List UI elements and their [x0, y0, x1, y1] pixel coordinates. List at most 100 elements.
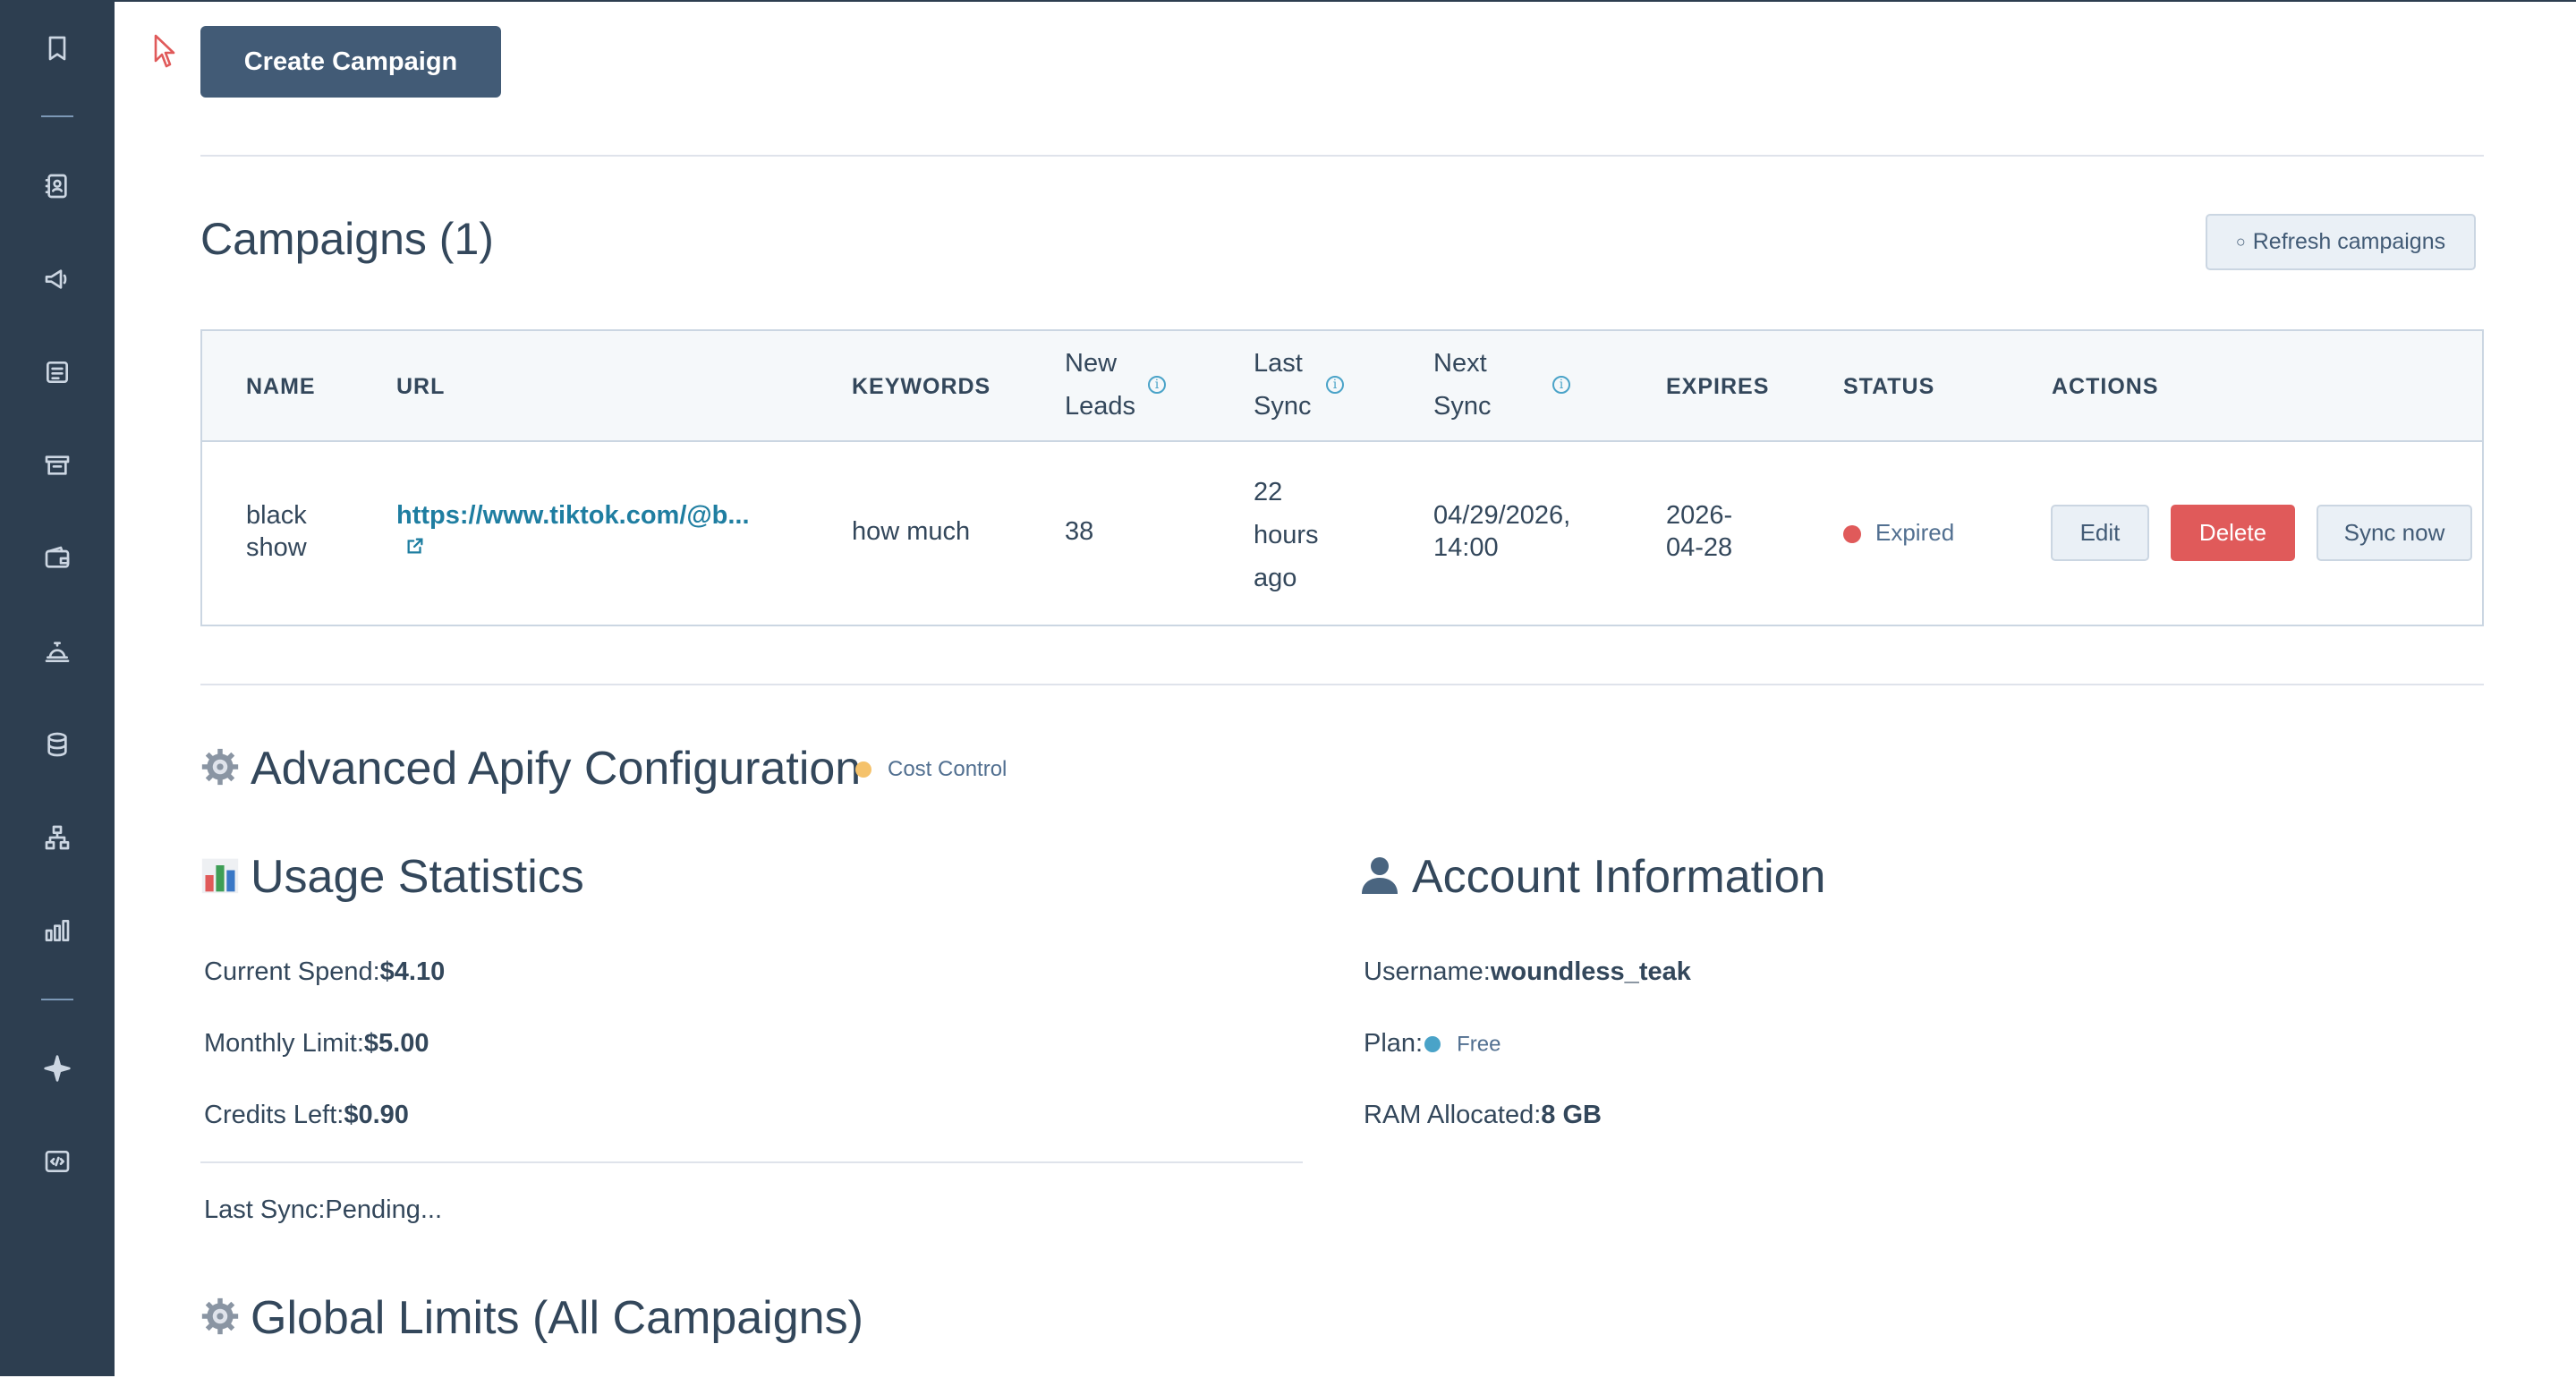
cell-expires-line1: 2026-	[1666, 501, 1733, 530]
last-sync-status: Last Sync:Pending...	[204, 1195, 442, 1225]
divider	[200, 155, 2484, 157]
apify-config-title-text: Advanced Apify Configuration	[251, 743, 862, 795]
info-icon[interactable]: i	[1326, 376, 1344, 394]
last-sync-label: Last Sync:	[204, 1195, 326, 1224]
commerce-icon[interactable]	[41, 449, 73, 481]
table-header: NAME URL KEYWORDS New Leads i Last Sync …	[202, 331, 2482, 442]
global-limits-title: Global Limits (All Campaigns)	[200, 1291, 863, 1348]
account-info-title: Account Information	[1358, 850, 1825, 907]
col-header-new-leads-line2: Leads	[1065, 392, 1136, 421]
bookmark-icon[interactable]	[41, 32, 73, 64]
divider	[200, 684, 2484, 685]
ram-label: RAM Allocated:	[1364, 1101, 1542, 1129]
mouse-cursor-icon	[154, 34, 175, 68]
wallet-icon[interactable]	[41, 542, 73, 574]
sync-now-button[interactable]: Sync now	[2317, 505, 2472, 561]
col-header-new-leads-line1: New	[1065, 349, 1118, 378]
monthly-limit-label: Monthly Limit:	[204, 1029, 364, 1058]
col-header-last-sync-line1: Last	[1254, 349, 1303, 378]
ram-allocated: RAM Allocated:8 GB	[1364, 1101, 1602, 1130]
info-icon[interactable]: i	[1552, 376, 1570, 394]
content-icon[interactable]	[41, 356, 73, 388]
global-limits-title-text: Global Limits (All Campaigns)	[251, 1292, 863, 1344]
sidebar	[0, 0, 115, 1376]
username-value: woundless_teak	[1490, 957, 1691, 986]
sparkle-icon[interactable]	[41, 1052, 73, 1085]
credits-left-value: $0.90	[344, 1101, 409, 1129]
col-header-next-sync-line2: Sync	[1433, 392, 1492, 421]
username: Username:woundless_teak	[1364, 957, 1691, 987]
col-header-keywords[interactable]: KEYWORDS	[852, 374, 990, 400]
cell-expires-line2: 04-28	[1666, 533, 1733, 562]
reports-icon[interactable]	[41, 914, 73, 947]
divider	[200, 1161, 1303, 1163]
campaigns-title: Campaigns (1)	[200, 214, 494, 264]
usage-stats-title-text: Usage Statistics	[251, 851, 584, 903]
col-header-name[interactable]: NAME	[246, 374, 316, 400]
cell-last-sync-line1: 22	[1254, 478, 1283, 506]
create-campaign-button[interactable]: Create Campaign	[200, 26, 501, 98]
plan: Plan: Free	[1364, 1029, 1501, 1059]
col-header-next-sync-line1: Next	[1433, 349, 1487, 378]
cost-control-label: Cost Control	[888, 757, 1007, 781]
campaigns-table: NAME URL KEYWORDS New Leads i Last Sync …	[200, 329, 2484, 626]
credits-left: Credits Left:$0.90	[204, 1101, 409, 1130]
cell-next-sync: 04/29/2026, 14:00	[1433, 499, 1570, 564]
cell-name-line2: show	[246, 533, 307, 562]
current-spend-value: $4.10	[379, 957, 446, 986]
col-header-last-sync[interactable]: Last Sync	[1254, 342, 1311, 428]
current-spend-label: Current Spend:	[204, 957, 380, 986]
refresh-icon: ○	[2235, 233, 2246, 251]
external-link-icon[interactable]	[396, 532, 750, 564]
gear-icon	[200, 744, 240, 798]
info-icon[interactable]: i	[1148, 376, 1166, 394]
cell-last-sync-line3: ago	[1254, 564, 1297, 592]
apify-config-title: Advanced Apify Configuration	[200, 742, 861, 798]
col-header-status[interactable]: STATUS	[1843, 374, 1934, 400]
refresh-campaigns-label: Refresh campaigns	[2252, 229, 2446, 254]
col-header-url[interactable]: URL	[396, 374, 445, 400]
gear-icon	[200, 1294, 240, 1348]
col-header-new-leads[interactable]: New Leads	[1065, 342, 1135, 428]
cost-control-tag: Cost Control	[855, 757, 1007, 782]
database-icon[interactable]	[41, 728, 73, 761]
last-sync-value: Pending...	[325, 1195, 443, 1224]
monthly-limit: Monthly Limit:$5.00	[204, 1029, 429, 1059]
status-dot-icon	[1843, 525, 1861, 543]
plan-value: Free	[1457, 1032, 1501, 1057]
campaign-url-link[interactable]: https://www.tiktok.com/@b...	[396, 499, 750, 532]
contacts-icon[interactable]	[41, 170, 73, 202]
user-icon	[1358, 853, 1401, 907]
status-badge: Expired	[1875, 519, 1955, 546]
service-bell-icon[interactable]	[41, 635, 73, 668]
cell-next-sync-line1: 04/29/2026,	[1433, 501, 1571, 530]
cell-name: black show	[246, 499, 307, 564]
cell-next-sync-line2: 14:00	[1433, 533, 1499, 562]
cell-new-leads: 38	[1065, 517, 1094, 546]
sidebar-divider	[41, 999, 73, 1000]
cell-last-sync-line2: hours	[1254, 521, 1319, 549]
edit-button[interactable]: Edit	[2051, 505, 2149, 561]
col-header-expires[interactable]: EXPIRES	[1666, 374, 1769, 400]
current-spend: Current Spend:$4.10	[204, 957, 445, 987]
main-content	[115, 0, 2576, 1378]
credits-left-label: Credits Left:	[204, 1101, 344, 1129]
plan-dot-icon	[1424, 1036, 1441, 1053]
account-info-title-text: Account Information	[1412, 851, 1826, 903]
plan-label: Plan:	[1364, 1029, 1424, 1058]
sidebar-divider	[41, 115, 73, 117]
cell-url: https://www.tiktok.com/@b...	[396, 499, 750, 564]
ram-value: 8 GB	[1541, 1101, 1602, 1129]
cell-expires: 2026- 04-28	[1666, 499, 1732, 564]
code-icon[interactable]	[41, 1145, 73, 1178]
username-label: Username:	[1364, 957, 1491, 986]
bar-chart-icon	[200, 853, 240, 906]
delete-button[interactable]: Delete	[2171, 505, 2295, 561]
usage-stats-title: Usage Statistics	[200, 850, 584, 906]
megaphone-icon[interactable]	[41, 263, 73, 295]
workflow-icon[interactable]	[41, 821, 73, 854]
cell-last-sync: 22 hours ago	[1254, 471, 1319, 600]
refresh-campaigns-button[interactable]: ○ Refresh campaigns	[2206, 214, 2476, 270]
cell-keywords: how much	[852, 517, 971, 546]
col-header-next-sync[interactable]: Next Sync	[1433, 342, 1491, 428]
